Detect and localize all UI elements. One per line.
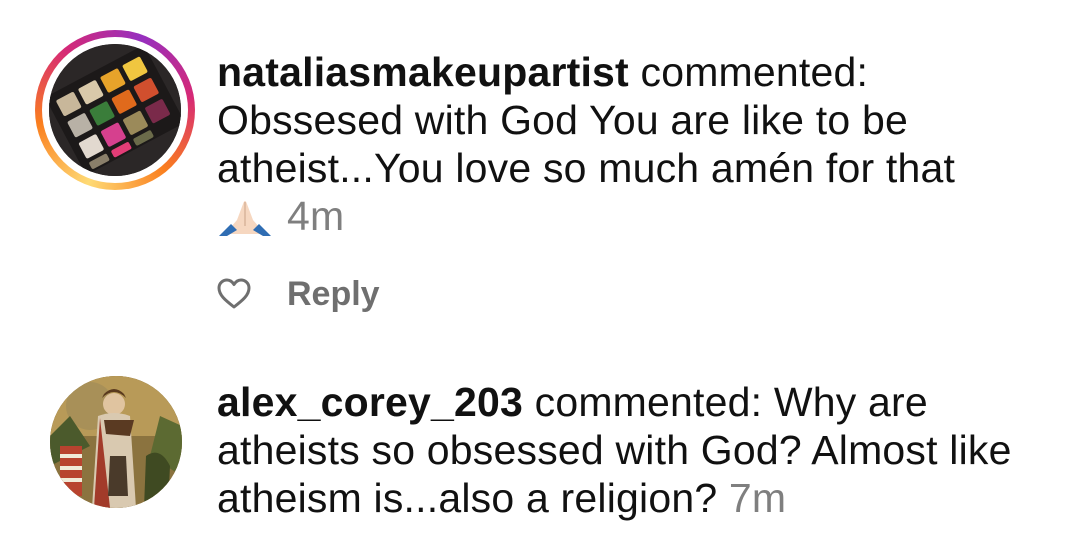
- avatar[interactable]: [49, 44, 181, 176]
- comment-text-line: atheists so obsessed with God? Almost li…: [217, 427, 1012, 473]
- comment-text: nataliasmakeupartist commented: Obssesed…: [217, 48, 1057, 246]
- comment-text-line: Obssesed with God You are like to be: [217, 97, 908, 143]
- comment-timestamp: 4m: [287, 193, 345, 239]
- comment-text-line: atheism is...also a religion?: [217, 475, 718, 521]
- comment-actions: Reply: [217, 270, 380, 318]
- painting-avatar-image: [50, 376, 182, 508]
- comment-text: alex_corey_203 commented: Why are atheis…: [217, 378, 1057, 522]
- comment-username[interactable]: alex_corey_203: [217, 379, 523, 425]
- avatar[interactable]: [50, 376, 182, 508]
- comment-text-line: atheist...You love so much amén for that: [217, 145, 956, 191]
- comment-verb: commented: Why are: [534, 379, 928, 425]
- folded-hands-icon: [217, 196, 273, 246]
- comment-username[interactable]: nataliasmakeupartist: [217, 49, 629, 95]
- comment-timestamp: 7m: [728, 475, 787, 521]
- makeup-palette-image: [49, 44, 181, 176]
- reply-button[interactable]: Reply: [287, 275, 380, 314]
- comment-verb: commented:: [640, 49, 869, 95]
- heart-icon[interactable]: [217, 278, 251, 310]
- avatar-story-ring[interactable]: [35, 30, 195, 190]
